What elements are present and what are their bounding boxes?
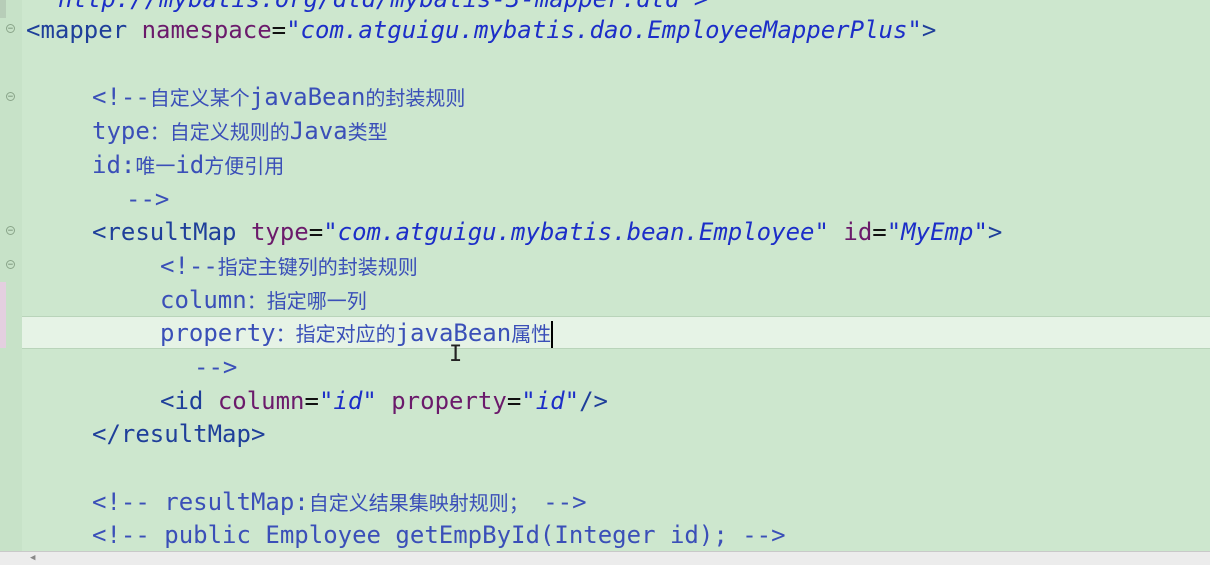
code-line: <resultMap type="com.atguigu.mybatis.bea… [92,218,1003,246]
code-line: <!-- resultMap:自定义结果集映射规则； --> [92,488,587,516]
code-line-current: property：指定对应的javaBean属性 [160,319,554,348]
fold-minus-icon[interactable]: − [6,226,15,236]
code-line: <mapper namespace="com.atguigu.mybatis.d… [26,16,937,44]
code-line: type：自定义规则的Java类型 [92,117,388,145]
change-marker [0,0,6,18]
code-line: <!--自定义某个javaBean的封装规则 [92,83,466,111]
code-line: <!-- public Employee getEmpById(Integer … [92,521,786,549]
code-editor[interactable]: − − − − http://mybatis.org/dtd/mybatis-3… [0,0,1210,552]
change-marker [0,282,6,348]
code-line: id:唯一id方便引用 [92,151,285,179]
fold-minus-icon[interactable]: − [6,24,15,34]
i-beam-cursor-icon: I [449,342,463,367]
code-line: --> [194,353,238,381]
horizontal-scrollbar[interactable]: ◀ [0,551,1210,565]
text-caret [551,320,554,348]
fold-minus-icon[interactable]: − [6,260,15,270]
code-line: <!--指定主键列的封装规则 [160,252,418,280]
code-line: --> [126,185,170,213]
code-line: <id column="id" property="id"/> [160,387,608,415]
scroll-left-icon[interactable]: ◀ [30,553,35,563]
code-line: column：指定哪一列 [160,286,367,314]
code-line: </resultMap> [92,420,266,448]
fold-minus-icon[interactable]: − [6,92,15,102]
editor-gutter: − − − − [0,0,22,552]
